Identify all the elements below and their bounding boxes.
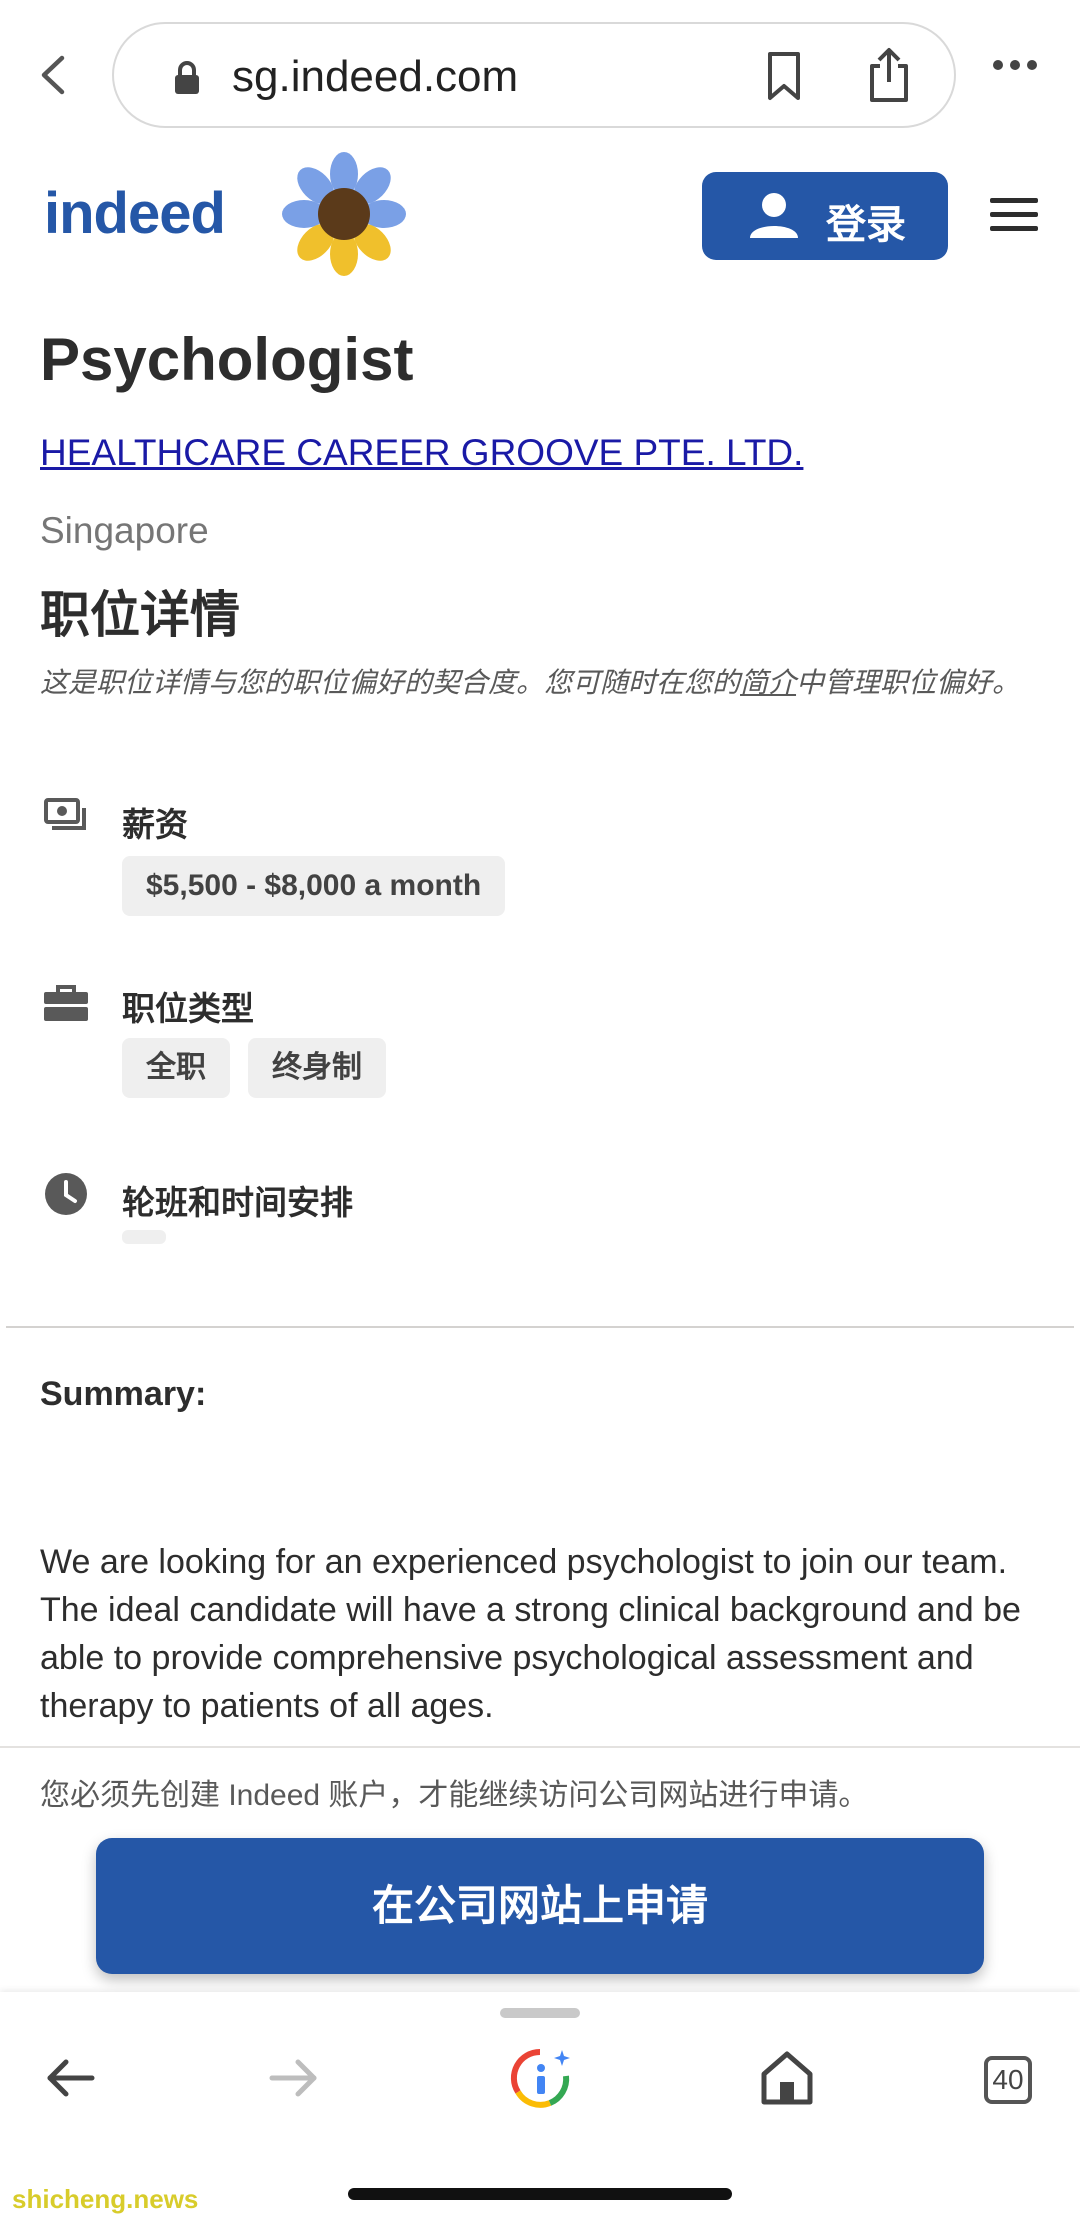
- job-details-heading: 职位详情: [40, 587, 240, 643]
- browser-address-bar: sg.indeed.com: [0, 0, 1080, 150]
- job-type-heading: 职位类型: [122, 990, 254, 1027]
- apply-on-company-site-button[interactable]: 在公司网站上申请: [96, 1838, 984, 1974]
- money-icon: [44, 798, 86, 830]
- sunflower-icon: [282, 152, 406, 276]
- chevron-left-icon[interactable]: [34, 50, 74, 100]
- url-text: sg.indeed.com: [232, 52, 519, 101]
- user-icon: [750, 193, 798, 238]
- shift-heading: 轮班和时间安排: [122, 1184, 353, 1221]
- forward-arrow-icon[interactable]: [268, 2058, 318, 2098]
- home-icon[interactable]: [760, 2050, 814, 2106]
- url-field[interactable]: sg.indeed.com: [112, 22, 956, 128]
- section-divider: [6, 1326, 1074, 1328]
- shift-pill-placeholder: [122, 1230, 166, 1244]
- job-description: We are looking for an experienced psycho…: [40, 1543, 1021, 1725]
- lock-icon: [175, 61, 199, 94]
- job-type-pill: 全职: [122, 1038, 230, 1098]
- salary-heading: 薪资: [122, 806, 188, 843]
- briefcase-icon: [44, 985, 88, 1021]
- summary-heading: Summary:: [40, 1375, 207, 1413]
- share-icon[interactable]: [866, 46, 912, 104]
- company-link[interactable]: HEALTHCARE CAREER GROOVE PTE. LTD.: [40, 432, 803, 474]
- hamburger-menu-icon[interactable]: [990, 196, 1038, 232]
- salary-pill: $5,500 - $8,000 a month: [122, 856, 506, 916]
- login-label: 登录: [826, 203, 906, 247]
- back-arrow-icon[interactable]: [46, 2058, 96, 2098]
- more-icon[interactable]: [992, 58, 1038, 72]
- bookmark-icon[interactable]: [762, 50, 806, 102]
- apply-note: 您必须先创建 Indeed 账户，才能继续访问公司网站进行申请。: [40, 1779, 869, 1812]
- login-button[interactable]: 登录: [702, 172, 948, 260]
- note-text-before: 这是职位详情与您的职位偏好的契合度。您可随时在您的: [40, 667, 741, 698]
- apply-bar: 您必须先创建 Indeed 账户，才能继续访问公司网站进行申请。 在公司网站上申…: [0, 1746, 1080, 1994]
- home-indicator: [348, 2188, 732, 2200]
- google-discover-icon[interactable]: [510, 2046, 574, 2110]
- profile-link[interactable]: 简介: [740, 667, 796, 698]
- clock-icon: [45, 1173, 87, 1215]
- preferences-note: 这是职位详情与您的职位偏好的契合度。您可随时在您的简介中管理职位偏好。: [40, 668, 1030, 698]
- job-location: Singapore: [40, 510, 209, 551]
- tab-switcher-button[interactable]: 40: [984, 2056, 1032, 2104]
- job-title: Psychologist: [40, 326, 414, 393]
- job-type-pill: 终身制: [248, 1038, 386, 1098]
- drag-handle[interactable]: [500, 2008, 580, 2018]
- indeed-logo[interactable]: indeed: [44, 180, 226, 247]
- note-text-after: 中管理职位偏好。: [796, 667, 1021, 698]
- watermark: shicheng.news: [12, 2184, 199, 2214]
